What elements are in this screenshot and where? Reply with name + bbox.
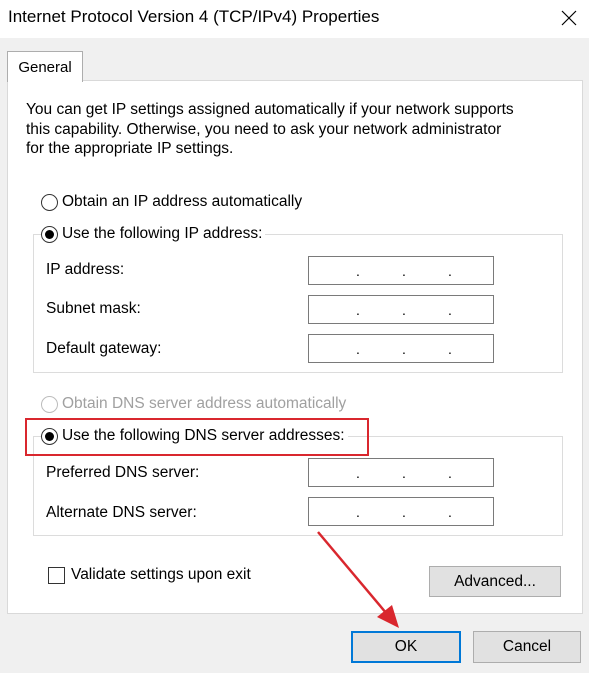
arrow-head bbox=[377, 605, 399, 628]
arrow-line bbox=[317, 531, 393, 621]
arrow-annotation bbox=[317, 531, 399, 628]
ok-button[interactable]: OK bbox=[351, 631, 461, 663]
tab-general[interactable]: General bbox=[7, 51, 83, 82]
cancel-button[interactable]: Cancel bbox=[473, 631, 581, 663]
